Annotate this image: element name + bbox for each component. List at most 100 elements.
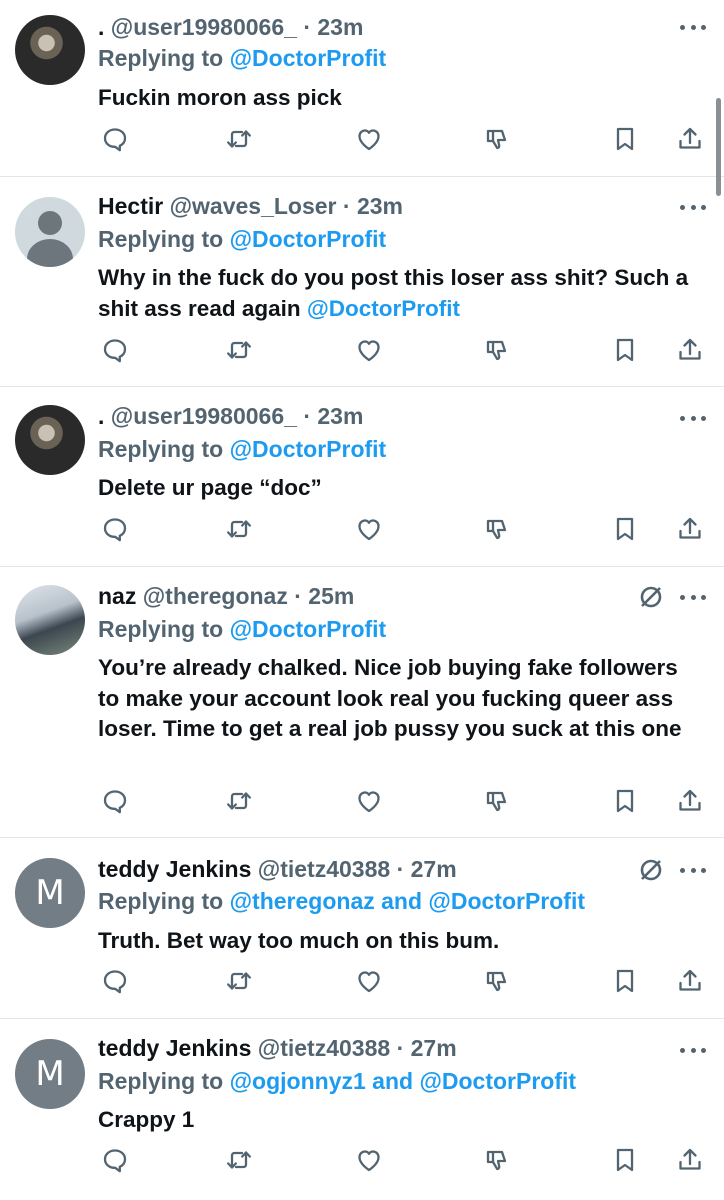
tweet-header: teddy Jenkins @tietz40388 · 27m xyxy=(98,1033,457,1063)
bookmark-icon[interactable] xyxy=(608,333,642,367)
thumbs-down-icon[interactable] xyxy=(480,784,514,818)
timestamp[interactable]: · 23m xyxy=(303,403,363,429)
avatar[interactable] xyxy=(15,405,85,475)
replying-to: Replying to @DoctorProfit xyxy=(98,434,386,464)
heart-icon[interactable] xyxy=(352,512,386,546)
replying-to-label: Replying to xyxy=(98,1068,224,1094)
thumbs-down-icon[interactable] xyxy=(480,122,514,156)
replying-to-label: Replying to xyxy=(98,436,224,462)
avatar[interactable]: M xyxy=(15,858,85,928)
user-handle[interactable]: @waves_Loser xyxy=(170,193,337,219)
thumbs-down-icon[interactable] xyxy=(480,964,514,998)
more-options-icon[interactable] xyxy=(680,202,706,212)
bookmark-icon[interactable] xyxy=(608,784,642,818)
bookmark-icon[interactable] xyxy=(608,122,642,156)
timestamp[interactable]: · 23m xyxy=(343,193,403,219)
slashed-circle-icon[interactable] xyxy=(638,584,664,610)
heart-icon[interactable] xyxy=(352,784,386,818)
display-name[interactable]: naz xyxy=(98,583,136,609)
more-options-icon[interactable] xyxy=(680,592,706,602)
retweet-icon[interactable] xyxy=(222,122,256,156)
display-name[interactable]: Hectir xyxy=(98,193,163,219)
display-name[interactable]: teddy Jenkins xyxy=(98,1035,251,1061)
tweet[interactable]: naz @theregonaz · 25m Replying to @Docto… xyxy=(0,567,724,838)
more-options-icon[interactable] xyxy=(680,865,706,875)
tweet-header: . @user19980066_ · 23m xyxy=(98,401,363,431)
tweet[interactable]: . @user19980066_ · 23m Replying to @Doct… xyxy=(0,387,724,567)
tweet-text-body: Crappy 1 xyxy=(98,1107,195,1132)
retweet-icon[interactable] xyxy=(222,512,256,546)
heart-icon[interactable] xyxy=(352,1143,386,1177)
reply-icon[interactable] xyxy=(98,1143,132,1177)
user-handle[interactable]: @user19980066_ xyxy=(111,403,297,429)
thumbs-down-icon[interactable] xyxy=(480,512,514,546)
tweet-text-body: Truth. Bet way too much on this bum. xyxy=(98,928,500,953)
replying-to-label: Replying to xyxy=(98,45,224,71)
share-icon[interactable] xyxy=(673,1143,707,1177)
reply-mention[interactable]: @DoctorProfit xyxy=(230,226,387,252)
reply-icon[interactable] xyxy=(98,784,132,818)
tweet-text-body: Delete ur page “doc” xyxy=(98,475,322,500)
share-icon[interactable] xyxy=(673,512,707,546)
user-handle[interactable]: @user19980066_ xyxy=(111,14,297,40)
tweet-text: You’re already chalked. Nice job buying … xyxy=(98,653,704,745)
more-options-icon[interactable] xyxy=(680,1045,706,1055)
tweet[interactable]: M teddy Jenkins @tietz40388 · 27m Replyi… xyxy=(0,838,724,1019)
retweet-icon[interactable] xyxy=(222,1143,256,1177)
tweet-header: . @user19980066_ · 23m xyxy=(98,12,363,42)
tweet-text: Why in the fuck do you post this loser a… xyxy=(98,263,704,324)
share-icon[interactable] xyxy=(673,122,707,156)
timestamp[interactable]: · 23m xyxy=(303,14,363,40)
reply-icon[interactable] xyxy=(98,964,132,998)
bookmark-icon[interactable] xyxy=(608,964,642,998)
thumbs-down-icon[interactable] xyxy=(480,1143,514,1177)
user-handle[interactable]: @theregonaz xyxy=(143,583,288,609)
display-name[interactable]: teddy Jenkins xyxy=(98,856,251,882)
bookmark-icon[interactable] xyxy=(608,512,642,546)
user-handle[interactable]: @tietz40388 xyxy=(258,856,390,882)
share-icon[interactable] xyxy=(673,964,707,998)
reply-mention[interactable]: @ogjonnyz1 and @DoctorProfit xyxy=(230,1068,576,1094)
replying-to-label: Replying to xyxy=(98,616,224,642)
avatar[interactable] xyxy=(15,585,85,655)
retweet-icon[interactable] xyxy=(222,784,256,818)
heart-icon[interactable] xyxy=(352,964,386,998)
scrollbar[interactable] xyxy=(716,98,721,196)
reply-icon[interactable] xyxy=(98,512,132,546)
retweet-icon[interactable] xyxy=(222,333,256,367)
action-bar xyxy=(0,1143,724,1177)
user-handle[interactable]: @tietz40388 xyxy=(258,1035,390,1061)
text-mention[interactable]: @DoctorProfit xyxy=(307,296,460,321)
reply-mention[interactable]: @DoctorProfit xyxy=(230,45,387,71)
more-options-icon[interactable] xyxy=(680,413,706,423)
slashed-circle-icon[interactable] xyxy=(638,857,664,883)
tweet[interactable]: . @user19980066_ · 23m Replying to @Doct… xyxy=(0,0,724,177)
action-bar xyxy=(0,784,724,818)
bookmark-icon[interactable] xyxy=(608,1143,642,1177)
timestamp[interactable]: · 27m xyxy=(397,856,457,882)
retweet-icon[interactable] xyxy=(222,964,256,998)
timestamp[interactable]: · 27m xyxy=(397,1035,457,1061)
share-icon[interactable] xyxy=(673,333,707,367)
display-name[interactable]: . xyxy=(98,403,104,429)
avatar[interactable]: M xyxy=(15,1039,85,1109)
action-bar xyxy=(0,512,724,546)
share-icon[interactable] xyxy=(673,784,707,818)
tweet[interactable]: M teddy Jenkins @tietz40388 · 27m Replyi… xyxy=(0,1019,724,1200)
more-options-icon[interactable] xyxy=(680,22,706,32)
heart-icon[interactable] xyxy=(352,122,386,156)
heart-icon[interactable] xyxy=(352,333,386,367)
display-name[interactable]: . xyxy=(98,14,104,40)
tweet[interactable]: Hectir @waves_Loser · 23m Replying to @D… xyxy=(0,177,724,387)
reply-icon[interactable] xyxy=(98,333,132,367)
reply-mention[interactable]: @DoctorProfit xyxy=(230,436,387,462)
thumbs-down-icon[interactable] xyxy=(480,333,514,367)
reply-icon[interactable] xyxy=(98,122,132,156)
avatar[interactable] xyxy=(15,197,85,267)
timestamp[interactable]: · 25m xyxy=(294,583,354,609)
reply-mention[interactable]: @DoctorProfit xyxy=(230,616,387,642)
reply-mention[interactable]: @theregonaz and @DoctorProfit xyxy=(230,888,585,914)
tweet-text: Fuckin moron ass pick xyxy=(98,83,704,114)
tweet-text: Truth. Bet way too much on this bum. xyxy=(98,926,704,957)
avatar[interactable] xyxy=(15,15,85,85)
